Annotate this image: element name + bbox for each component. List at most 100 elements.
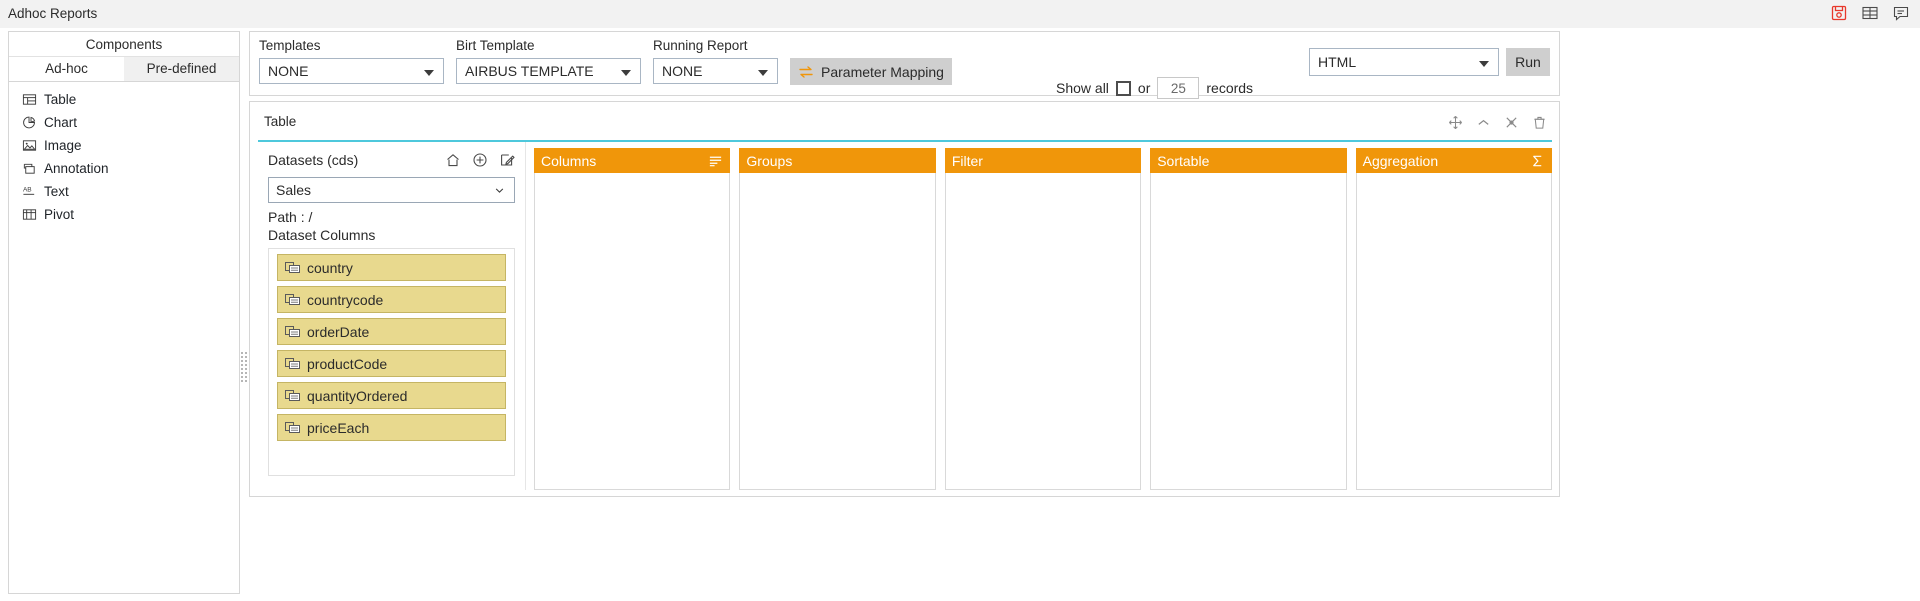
zone-columns-body[interactable]	[534, 173, 731, 490]
tab-pre-defined[interactable]: Pre-defined	[124, 57, 239, 81]
chevron-down-icon	[424, 70, 434, 76]
add-circle-icon[interactable]	[472, 152, 488, 168]
panel-title: Table	[264, 114, 297, 129]
grip-dot	[241, 352, 243, 354]
parameter-mapping-button[interactable]: Parameter Mapping	[790, 58, 952, 85]
birt-template-label: Birt Template	[456, 38, 535, 53]
show-all-checkbox[interactable]	[1115, 80, 1131, 96]
zone-filter-header[interactable]: Filter	[944, 148, 1142, 173]
pivot-icon	[22, 209, 37, 220]
dataset-column-chip[interactable]: country	[277, 254, 506, 281]
zone-sortable-header[interactable]: Sortable	[1150, 148, 1347, 173]
dataset-columns-list[interactable]: country countrycode orderDate productCode qu…	[268, 248, 515, 476]
dataset-column-chip[interactable]: priceEach	[277, 414, 506, 441]
dataset-select-value: Sales	[276, 182, 312, 198]
swap-arrows-icon	[799, 65, 813, 78]
chevron-down-icon	[758, 70, 768, 76]
home-icon[interactable]	[445, 152, 461, 168]
sidebar-item-annotation[interactable]: Annotation	[9, 157, 239, 180]
settings-icon[interactable]	[1504, 115, 1519, 130]
zone-filter-body[interactable]	[944, 173, 1142, 490]
grip-dot	[245, 372, 247, 374]
dataset-columns-label: Dataset Columns	[268, 227, 376, 243]
save-icon[interactable]	[1830, 4, 1848, 22]
sidebar-item-label: Annotation	[44, 161, 109, 176]
tab-ad-hoc[interactable]: Ad-hoc	[9, 57, 124, 81]
zone-aggregation: Aggregation	[1355, 148, 1553, 490]
sidebar-item-image[interactable]: Image	[9, 134, 239, 157]
or-label: or	[1137, 80, 1151, 96]
dataset-column-label: productCode	[307, 355, 388, 372]
running-report-select-value: NONE	[662, 63, 703, 79]
grip-dot	[241, 376, 243, 378]
grip-dot	[241, 356, 243, 358]
zone-groups-body[interactable]	[739, 173, 936, 490]
zone-aggregation-body[interactable]	[1355, 173, 1553, 490]
title-bar: Adhoc Reports	[0, 0, 1920, 28]
zone-groups-header[interactable]: Groups	[739, 148, 936, 173]
delete-icon[interactable]	[1532, 115, 1547, 130]
run-button[interactable]: Run	[1506, 48, 1550, 76]
dataset-column-chip[interactable]: productCode	[277, 350, 506, 377]
chevron-down-icon	[495, 188, 504, 193]
table-component-panel: Table Datasets (cds) Sales Path: / Data…	[249, 101, 1560, 497]
dataset-select[interactable]: Sales	[268, 177, 515, 203]
datasets-actions	[445, 152, 515, 168]
column-field-icon	[285, 421, 300, 433]
grip-dot	[245, 356, 247, 358]
dataset-column-label: countrycode	[307, 291, 384, 308]
output-format-select[interactable]: HTML	[1309, 48, 1499, 76]
datasets-header: Datasets (cds)	[268, 149, 515, 171]
dataset-column-chip[interactable]: orderDate	[277, 318, 506, 345]
records-input[interactable]	[1157, 77, 1200, 99]
sidebar-item-pivot[interactable]: Pivot	[9, 203, 239, 226]
templates-label: Templates	[259, 38, 321, 53]
image-icon	[22, 140, 37, 151]
sidebar-item-chart[interactable]: Chart	[9, 111, 239, 134]
edit-icon[interactable]	[499, 152, 515, 168]
components-sidebar: Components Ad-hoc Pre-defined Table Char…	[8, 31, 240, 594]
chevron-down-icon	[621, 70, 631, 76]
dataset-path: Path : /	[268, 209, 313, 225]
grip-dot	[241, 380, 243, 382]
zone-label: Groups	[746, 152, 793, 169]
zone-sortable: Sortable	[1150, 148, 1347, 490]
dataset-column-label: country	[307, 259, 353, 276]
grip-dot	[241, 364, 243, 366]
comment-icon[interactable]	[1892, 4, 1910, 22]
grip-dot	[245, 380, 247, 382]
sidebar-item-label: Chart	[44, 115, 78, 130]
sidebar-item-label: Image	[44, 138, 82, 153]
column-field-icon	[285, 261, 300, 273]
pie-chart-icon	[23, 116, 36, 129]
sidebar-item-text[interactable]: AB Text	[9, 180, 239, 203]
text-ab-icon: AB	[23, 187, 35, 195]
sidebar-resize-handle[interactable]	[240, 350, 248, 384]
zone-label: Sortable	[1157, 152, 1210, 169]
dataset-column-label: orderDate	[307, 323, 370, 340]
grip-dot	[245, 364, 247, 366]
grip-dot	[241, 360, 243, 362]
dataset-column-chip[interactable]: quantityOrdered	[277, 382, 506, 409]
sidebar-item-label: Pivot	[44, 207, 75, 222]
dataset-column-label: quantityOrdered	[307, 387, 408, 404]
dataset-column-chip[interactable]: countrycode	[277, 286, 506, 313]
running-report-label: Running Report	[653, 38, 748, 53]
templates-select[interactable]: NONE	[259, 58, 444, 84]
column-field-icon	[285, 293, 300, 305]
move-icon[interactable]	[1448, 115, 1463, 130]
zone-columns-header[interactable]: Columns	[534, 148, 731, 173]
zone-groups: Groups	[739, 148, 936, 490]
panel-toolbar	[1448, 115, 1547, 130]
birt-template-select[interactable]: AIRBUS TEMPLATE	[456, 58, 641, 84]
zone-sortable-body[interactable]	[1150, 173, 1347, 490]
collapse-chevron-icon[interactable]	[1476, 115, 1491, 130]
sidebar-item-table[interactable]: Table	[9, 88, 239, 111]
report-toolbar: Templates NONE Birt Template AIRBUS TEMP…	[249, 31, 1560, 99]
table-grid-icon[interactable]	[1861, 4, 1879, 22]
zone-aggregation-header[interactable]: Aggregation	[1355, 148, 1553, 173]
report-builder-board: Datasets (cds) Sales Path: / Dataset Co…	[258, 140, 1553, 490]
grip-dot	[241, 372, 243, 374]
running-report-select[interactable]: NONE	[653, 58, 778, 84]
sigma-icon	[1533, 155, 1542, 166]
